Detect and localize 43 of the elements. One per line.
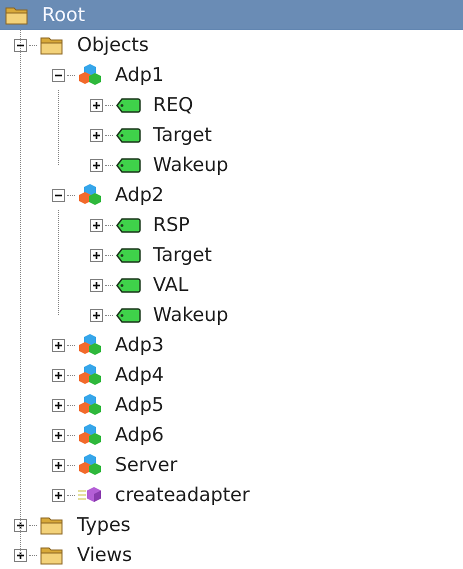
expand-icon[interactable] (90, 278, 103, 292)
expand-icon[interactable] (52, 368, 65, 382)
expand-icon[interactable] (52, 488, 65, 502)
cubes-icon (77, 333, 103, 357)
expand-icon[interactable] (90, 158, 103, 172)
collapse-icon[interactable] (52, 188, 65, 202)
cubes-icon (77, 423, 103, 447)
cubes-icon (77, 363, 103, 387)
tree-row[interactable]: Adp4 (0, 360, 463, 390)
cubes-icon (77, 63, 103, 87)
tree-row[interactable]: Adp1 (0, 60, 463, 90)
expand-icon[interactable] (52, 338, 65, 352)
tree-row[interactable]: Adp6 (0, 420, 463, 450)
collapse-icon[interactable] (14, 38, 27, 52)
tree-row[interactable]: RSP (0, 210, 463, 240)
tree-row[interactable]: Adp5 (0, 390, 463, 420)
expand-icon[interactable] (90, 128, 103, 142)
expand-icon[interactable] (52, 428, 65, 442)
tree-row[interactable]: Types (0, 510, 463, 540)
tree-row[interactable]: Adp3 (0, 330, 463, 360)
tree-row[interactable]: Views (0, 540, 463, 569)
expand-icon[interactable] (90, 248, 103, 262)
cubes-icon (77, 393, 103, 417)
tree-row[interactable]: Adp2 (0, 180, 463, 210)
tree-row[interactable]: Objects (0, 30, 463, 60)
tree-row[interactable]: REQ (0, 90, 463, 120)
cubes-icon (77, 453, 103, 477)
tree-row[interactable]: Target (0, 120, 463, 150)
cubes-icon (77, 183, 103, 207)
expand-icon[interactable] (90, 98, 103, 112)
tree-row[interactable]: Wakeup (0, 300, 463, 330)
tree-row[interactable]: Target (0, 240, 463, 270)
tree-row[interactable]: createadapter (0, 480, 463, 510)
collapse-icon[interactable] (52, 68, 65, 82)
expand-icon[interactable] (14, 518, 27, 532)
tree-row[interactable]: VAL (0, 270, 463, 300)
expand-icon[interactable] (90, 308, 103, 322)
expand-icon[interactable] (14, 548, 27, 562)
expand-icon[interactable] (52, 458, 65, 472)
expand-icon[interactable] (52, 398, 65, 412)
tree-row[interactable]: Server (0, 450, 463, 480)
tree-row[interactable]: Wakeup (0, 150, 463, 180)
expand-icon[interactable] (90, 218, 103, 232)
